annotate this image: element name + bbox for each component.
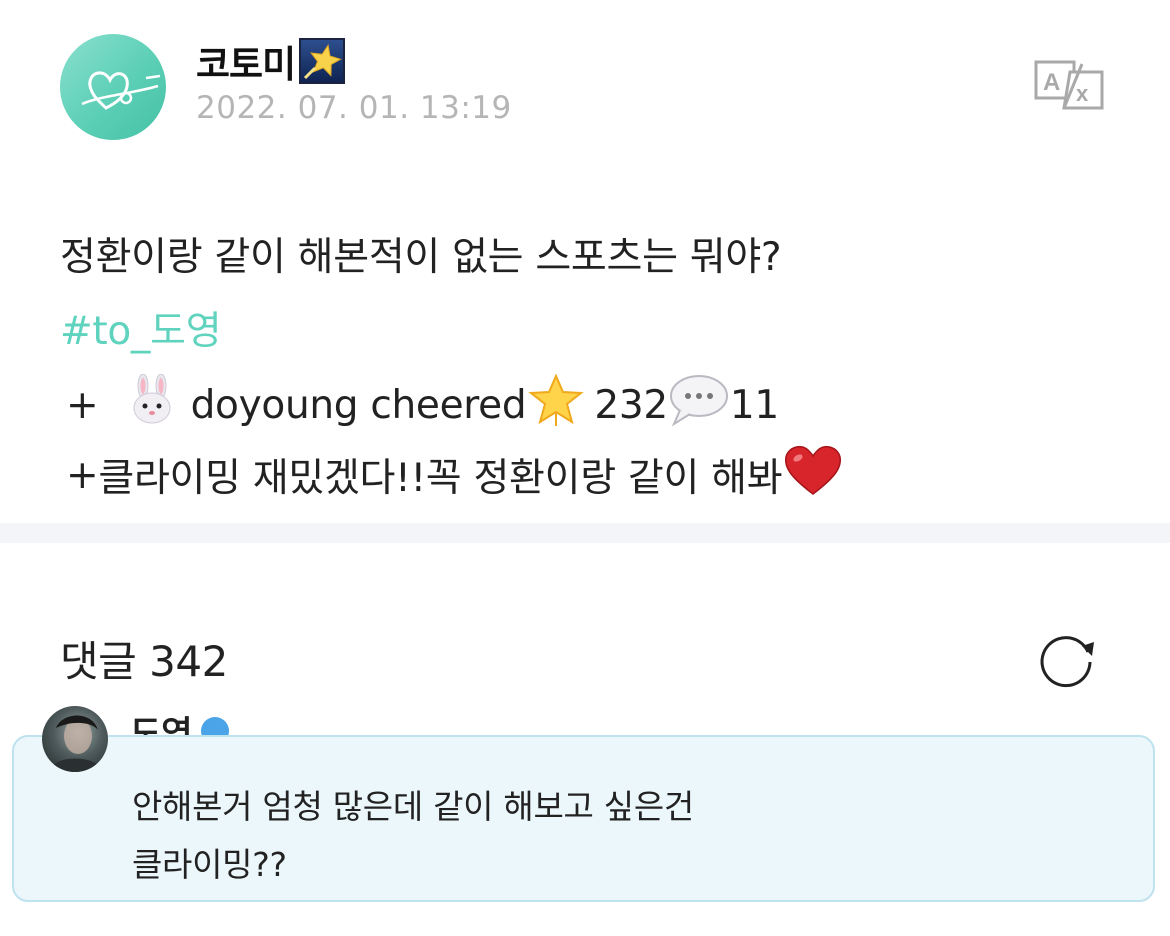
- speech-bubble-icon: [668, 372, 730, 438]
- verified-badge-icon: [200, 716, 229, 736]
- comment-author-name[interactable]: 도영: [130, 706, 193, 736]
- glowing-star-icon: [526, 372, 586, 438]
- post-hashtag-link[interactable]: #to_도영: [60, 300, 222, 356]
- post-body-line-1: 정환이랑 같이 해본적이 없는 스포츠는 뭐야?: [60, 235, 782, 280]
- section-divider: [0, 523, 1170, 543]
- refresh-icon: [1040, 636, 1094, 688]
- translate-icon: A x: [1034, 60, 1104, 110]
- plus-prefix: +: [66, 382, 111, 428]
- comment-author-avatar[interactable]: [42, 706, 108, 772]
- star-badge-icon: [299, 38, 346, 84]
- translate-button[interactable]: A x: [1030, 58, 1106, 110]
- author-name[interactable]: 코토미: [196, 34, 296, 88]
- post-body-line-3: + doyoung cheered 232 11: [66, 372, 779, 438]
- author-avatar[interactable]: [60, 34, 166, 140]
- author-name-row[interactable]: 코토미: [196, 34, 346, 88]
- cheer-text: doyoung cheered: [178, 382, 527, 428]
- comments-header: 댓글 342: [60, 637, 228, 686]
- refresh-button[interactable]: [1038, 628, 1098, 688]
- plus-prefix: +: [66, 452, 99, 498]
- heart-icon: [782, 442, 844, 508]
- svg-text:A: A: [1043, 69, 1060, 96]
- comment-text-line-2: 클라이밍??: [132, 845, 287, 884]
- cheer-count: 232: [594, 382, 668, 428]
- post-timestamp: 2022. 07. 01. 13:19: [196, 90, 512, 126]
- svg-text:x: x: [1076, 81, 1089, 106]
- rabbit-face-icon: [126, 373, 178, 436]
- reply-text: 클라이밍 재밌겠다!!꼭 정환이랑 같이 해봐: [98, 456, 783, 501]
- comment-text-line-1: 안해본거 엄청 많은데 같이 해보고 싶은건: [132, 787, 694, 826]
- post-body-line-4: + 클라이밍 재밌겠다!!꼭 정환이랑 같이 해봐: [66, 442, 844, 508]
- comment-author-row[interactable]: 도영: [130, 700, 270, 736]
- inline-comment-count: 11: [729, 382, 779, 428]
